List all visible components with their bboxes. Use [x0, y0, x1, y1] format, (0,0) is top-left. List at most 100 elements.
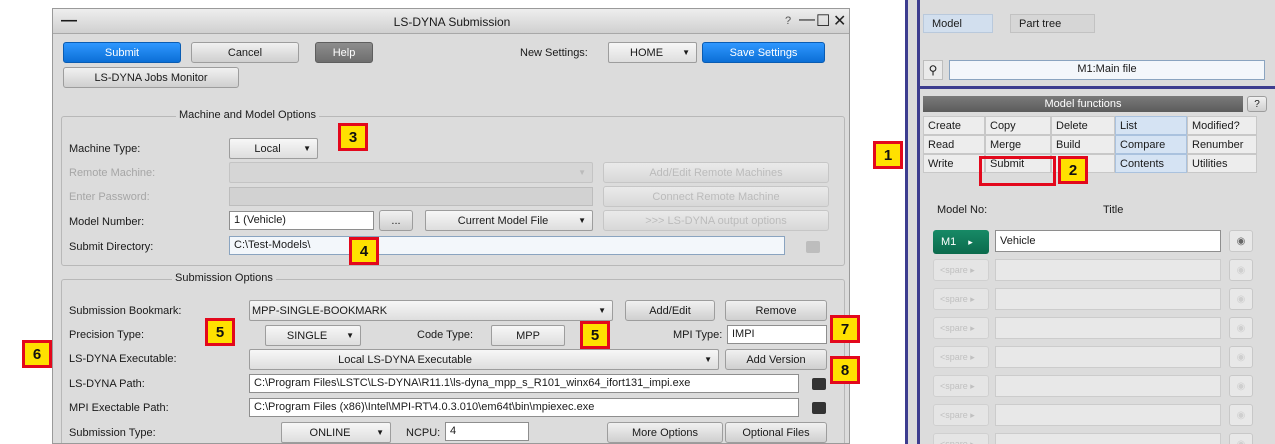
visibility-eye-icon[interactable]: ◉	[1229, 288, 1253, 310]
model-function-copy[interactable]: Copy	[985, 116, 1051, 135]
help-question-icon[interactable]: ?	[785, 15, 791, 27]
spare-model-button[interactable]: <spare ▸	[933, 404, 989, 426]
callout-4: 4	[349, 237, 379, 265]
spare-title-field[interactable]	[995, 259, 1221, 281]
spare-title-field[interactable]	[995, 346, 1221, 368]
model-function-delete[interactable]: Delete	[1051, 116, 1115, 135]
callout-5b: 5	[580, 321, 610, 349]
bookmark-add-edit-button[interactable]: Add/Edit	[625, 300, 715, 321]
maximize-icon[interactable]: ☐	[816, 11, 830, 31]
model-function-list[interactable]: List	[1115, 116, 1187, 135]
folder-icon	[806, 241, 820, 253]
spare-model-button[interactable]: <spare ▸	[933, 288, 989, 310]
visibility-eye-icon[interactable]: ◉	[1229, 259, 1253, 281]
spare-model-button[interactable]: <spare ▸	[933, 433, 989, 444]
cancel-button[interactable]: Cancel	[191, 42, 299, 63]
submit-button[interactable]: Submit	[63, 42, 181, 63]
tab-model[interactable]: Model	[923, 14, 993, 33]
visibility-eye-icon[interactable]: ◉	[1229, 433, 1253, 444]
visibility-eye-icon[interactable]: ◉	[1229, 346, 1253, 368]
new-settings-label: New Settings:	[520, 47, 588, 59]
browse-directory-button[interactable]	[801, 238, 825, 256]
help-button[interactable]: Help	[315, 42, 373, 63]
bookmark-remove-button[interactable]: Remove	[725, 300, 827, 321]
mpi-type-field[interactable]: IMPI	[727, 325, 827, 344]
tab-part-tree[interactable]: Part tree	[1010, 14, 1095, 33]
submission-dialog: — LS-DYNA Submission ? — ☐ ✕ Submit Canc…	[52, 8, 850, 444]
chevron-down-icon: ▼	[578, 216, 586, 225]
model-function-read[interactable]: Read	[923, 135, 985, 154]
spare-title-field[interactable]	[995, 404, 1221, 426]
jobs-monitor-button[interactable]: LS-DYNA Jobs Monitor	[63, 67, 239, 88]
model-function-compare[interactable]: Compare	[1115, 135, 1187, 154]
code-type-field[interactable]: MPP	[491, 325, 565, 346]
visibility-eye-icon[interactable]: ◉	[1229, 317, 1253, 339]
executable-select[interactable]: Local LS-DYNA Executable ▼	[249, 349, 719, 370]
model-function-write[interactable]: Write	[923, 154, 985, 173]
model-panel: Model Part tree ⚲ M1:Main file Model fun…	[905, 0, 1275, 444]
submit-directory-label: Submit Directory:	[69, 241, 154, 253]
spare-title-field[interactable]	[995, 317, 1221, 339]
visibility-eye-icon[interactable]: ◉	[1229, 404, 1253, 426]
model-functions-help-button[interactable]: ?	[1247, 96, 1267, 112]
visibility-eye-icon[interactable]: ◉	[1229, 230, 1253, 252]
model-function-build[interactable]: Build	[1051, 135, 1115, 154]
more-options-button[interactable]: More Options	[607, 422, 723, 443]
spare-model-button[interactable]: <spare ▸	[933, 317, 989, 339]
submit-directory-field[interactable]: C:\Test-Models\	[229, 236, 785, 255]
output-options-button[interactable]: >>> LS-DYNA output options	[603, 210, 829, 231]
model-m1-button[interactable]: M1 ▸	[933, 230, 989, 254]
model-title-field[interactable]: Vehicle	[995, 230, 1221, 252]
model-number-field[interactable]: 1 (Vehicle)	[229, 211, 374, 230]
precision-type-label: Precision Type:	[69, 329, 145, 341]
title-bar[interactable]: — LS-DYNA Submission ? — ☐ ✕	[53, 9, 849, 34]
machine-section-title: Machine and Model Options	[176, 109, 319, 121]
model-function-renumber[interactable]: Renumber	[1187, 135, 1257, 154]
chevron-down-icon: ▼	[346, 331, 354, 340]
remote-machine-select[interactable]: ▼	[229, 162, 593, 183]
new-settings-select[interactable]: HOME ▼	[608, 42, 697, 63]
bookmark-value: MPP-SINGLE-BOOKMARK	[252, 304, 388, 317]
model-function-create[interactable]: Create	[923, 116, 985, 135]
chevron-down-icon: ▼	[598, 306, 606, 315]
machine-type-select[interactable]: Local ▼	[229, 138, 318, 159]
machine-type-label: Machine Type:	[69, 143, 141, 155]
ncpu-label: NCPU:	[406, 427, 441, 439]
spare-title-field[interactable]	[995, 433, 1221, 444]
model-function-merge[interactable]: Merge	[985, 135, 1051, 154]
precision-type-select[interactable]: SINGLE ▼	[265, 325, 361, 346]
precision-type-value: SINGLE	[286, 329, 328, 342]
optional-files-button[interactable]: Optional Files	[725, 422, 827, 443]
browse-lsdyna-button[interactable]	[809, 375, 829, 392]
add-version-button[interactable]: Add Version	[725, 349, 827, 370]
minimize-icon[interactable]: —	[799, 11, 815, 29]
submission-type-select[interactable]: ONLINE ▼	[281, 422, 391, 443]
bookmark-select[interactable]: MPP-SINGLE-BOOKMARK ▼	[249, 300, 613, 321]
model-function-utilities[interactable]: Utilities	[1187, 154, 1257, 173]
search-icon[interactable]: ⚲	[923, 60, 943, 80]
spare-title-field[interactable]	[995, 375, 1221, 397]
password-field[interactable]	[229, 187, 593, 206]
browse-mpi-button[interactable]	[809, 399, 829, 416]
spare-title-field[interactable]	[995, 288, 1221, 310]
model-file-select[interactable]: Current Model File ▼	[425, 210, 593, 231]
add-edit-remote-button[interactable]: Add/Edit Remote Machines	[603, 162, 829, 183]
title-header: Title	[1103, 204, 1124, 216]
mpi-path-field[interactable]: C:\Program Files (x86)\Intel\MPI-RT\4.0.…	[249, 398, 799, 417]
model-picker-button[interactable]: ...	[379, 210, 413, 231]
spare-model-button[interactable]: <spare ▸	[933, 346, 989, 368]
model-search-field[interactable]: M1:Main file	[949, 60, 1265, 80]
connect-remote-button[interactable]: Connect Remote Machine	[603, 186, 829, 207]
spare-model-button[interactable]: <spare ▸	[933, 259, 989, 281]
code-type-value: MPP	[516, 329, 540, 342]
model-function-contents[interactable]: Contents	[1115, 154, 1187, 173]
lsdyna-path-field[interactable]: C:\Program Files\LSTC\LS-DYNA\R11.1\ls-d…	[249, 374, 799, 393]
mpi-path-label: MPI Exectable Path:	[69, 402, 169, 414]
model-function-modified[interactable]: Modified?	[1187, 116, 1257, 135]
save-settings-button[interactable]: Save Settings	[702, 42, 825, 63]
visibility-eye-icon[interactable]: ◉	[1229, 375, 1253, 397]
ncpu-field[interactable]: 4	[445, 422, 529, 441]
spare-model-button[interactable]: <spare ▸	[933, 375, 989, 397]
callout-3: 3	[338, 123, 368, 151]
close-icon[interactable]: ✕	[833, 11, 846, 31]
